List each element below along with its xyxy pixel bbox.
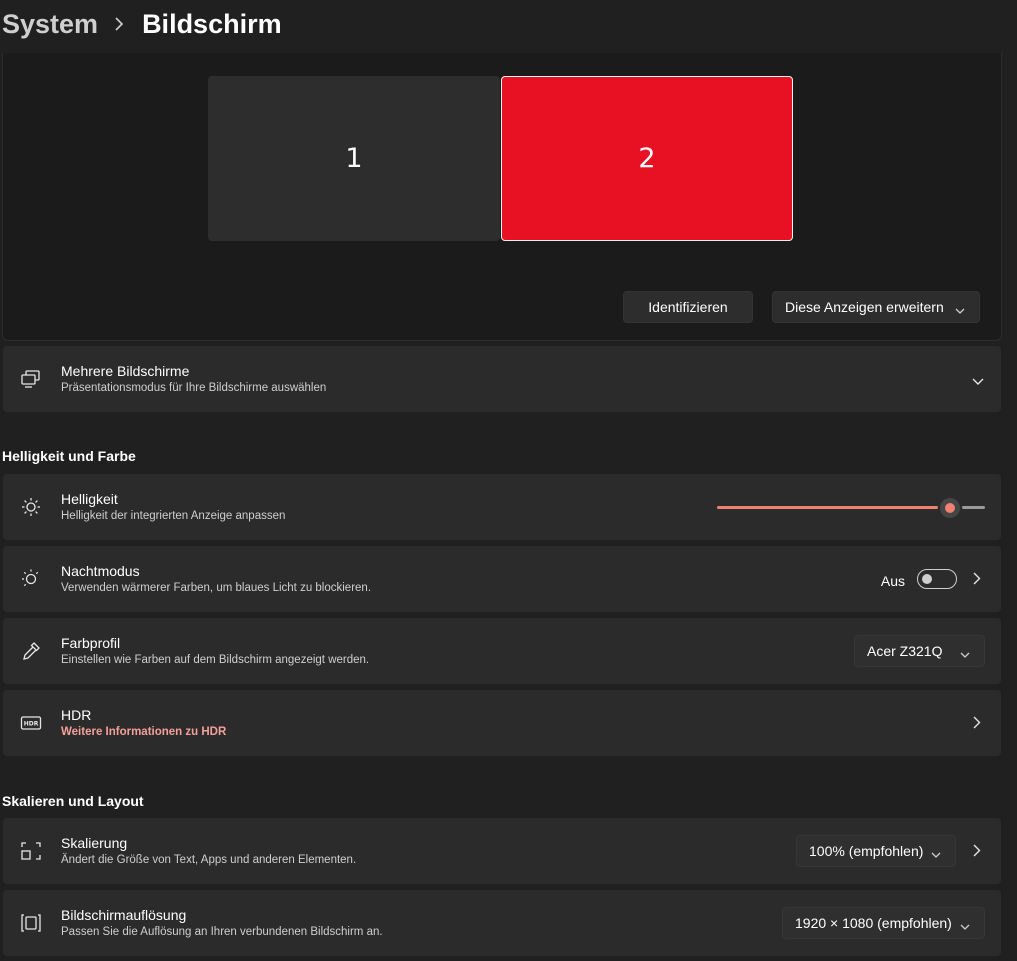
monitor-1-label: 1	[345, 143, 363, 174]
section-brightness-color: Helligkeit und Farbe	[2, 448, 136, 464]
brightness-slider-fill	[717, 506, 938, 509]
brightness-slider-thumb[interactable]	[940, 498, 960, 518]
night-mode-toggle[interactable]	[917, 569, 957, 589]
brightness-title: Helligkeit	[61, 491, 118, 507]
resolution-dropdown[interactable]: 1920 × 1080 (empfohlen)	[782, 907, 985, 939]
chevron-down-icon	[960, 918, 970, 934]
color-profile-card: Farbprofil Einstellen wie Farben auf dem…	[3, 618, 1001, 684]
page-title: Bildschirm	[142, 8, 282, 39]
resolution-icon	[20, 912, 42, 934]
scaling-dropdown[interactable]: 100% (empfohlen)	[796, 835, 956, 867]
display-mode-dropdown[interactable]: Diese Anzeigen erweitern	[772, 291, 980, 323]
chevron-down-icon	[960, 646, 970, 662]
scaling-card[interactable]: Skalierung Ändert die Größe von Text, Ap…	[3, 818, 1001, 884]
hdr-icon: HDR	[20, 712, 42, 734]
eyedropper-icon	[20, 640, 42, 662]
color-profile-dropdown[interactable]: Acer Z321Q	[854, 635, 985, 667]
hdr-info-link[interactable]: Weitere Informationen zu HDR	[61, 726, 226, 738]
night-light-icon	[20, 568, 42, 590]
color-profile-subtitle: Einstellen wie Farben auf dem Bildschirm…	[61, 654, 370, 666]
resolution-card: Bildschirmauflösung Passen Sie die Auflö…	[3, 890, 1001, 956]
multiple-displays-icon	[20, 368, 42, 390]
brightness-card: Helligkeit Helligkeit der integrierten A…	[3, 474, 1001, 540]
display-arrangement-panel: 1 2 Identifizieren Diese Anzeigen erweit…	[2, 53, 1002, 341]
night-mode-state-label: Aus	[880, 573, 905, 589]
chevron-down-icon	[955, 302, 965, 318]
identify-button[interactable]: Identifizieren	[623, 291, 753, 323]
brightness-slider-track	[962, 506, 985, 509]
hdr-card[interactable]: HDR HDR Weitere Informationen zu HDR	[3, 690, 1001, 756]
scaling-value: 100% (empfohlen)	[809, 843, 924, 859]
monitor-2-label: 2	[638, 143, 656, 174]
scaling-title: Skalierung	[61, 835, 128, 851]
display-mode-value: Diese Anzeigen erweitern	[785, 299, 944, 315]
night-mode-card[interactable]: Nachtmodus Verwenden wärmerer Farben, um…	[3, 546, 1001, 612]
chevron-right-icon[interactable]	[973, 572, 981, 590]
resolution-value: 1920 × 1080 (empfohlen)	[795, 915, 952, 931]
brightness-slider[interactable]	[717, 498, 985, 518]
sun-icon	[20, 496, 42, 518]
resolution-subtitle: Passen Sie die Auflösung an Ihren verbun…	[61, 926, 383, 938]
chevron-down-icon[interactable]	[972, 373, 984, 391]
night-mode-title: Nachtmodus	[61, 563, 140, 579]
section-scale-layout: Skalieren und Layout	[2, 793, 144, 809]
chevron-right-icon[interactable]	[973, 716, 981, 734]
chevron-right-icon[interactable]	[973, 844, 981, 862]
toggle-knob	[922, 574, 932, 584]
scaling-subtitle: Ändert die Größe von Text, Apps und ande…	[61, 854, 357, 866]
monitor-2-tile[interactable]: 2	[501, 76, 793, 241]
color-profile-value: Acer Z321Q	[867, 643, 943, 659]
breadcrumb-system[interactable]: System	[2, 9, 98, 40]
color-profile-title: Farbprofil	[61, 635, 121, 651]
multiple-displays-subtitle: Präsentationsmodus für Ihre Bildschirme …	[61, 382, 327, 394]
resolution-title: Bildschirmauflösung	[61, 907, 187, 923]
scale-icon	[20, 840, 42, 862]
chevron-right-icon	[114, 17, 124, 31]
monitor-1-tile[interactable]: 1	[208, 76, 500, 241]
multiple-displays-title: Mehrere Bildschirme	[61, 363, 190, 379]
night-mode-subtitle: Verwenden wärmerer Farben, um blaues Lic…	[61, 582, 372, 594]
multiple-displays-card[interactable]: Mehrere Bildschirme Präsentationsmodus f…	[3, 346, 1001, 412]
svg-text:HDR: HDR	[24, 721, 39, 728]
brightness-subtitle: Helligkeit der integrierten Anzeige anpa…	[61, 510, 286, 522]
breadcrumb: System Bildschirm	[2, 6, 282, 42]
chevron-down-icon	[931, 846, 941, 862]
hdr-title: HDR	[61, 707, 92, 723]
